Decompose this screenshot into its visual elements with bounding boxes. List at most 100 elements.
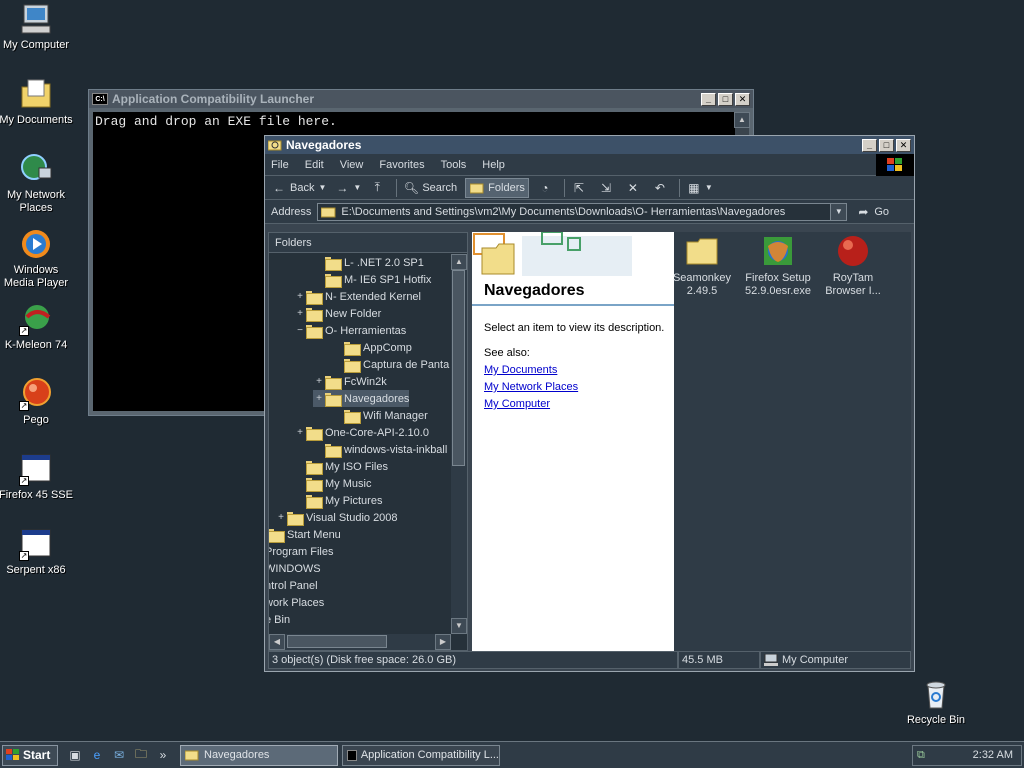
taskbar-button-app-compat[interactable]: Application Compatibility L... [342,744,500,766]
scroll-right-button[interactable]: ▶ [435,634,451,650]
close-button[interactable]: ✕ [896,138,911,152]
network-tray-icon[interactable]: ⧉ [917,749,925,762]
scroll-thumb[interactable] [452,270,465,466]
tree-item[interactable]: e Bin [269,611,290,628]
desktop-icon-serpent[interactable]: ↗ Serpent x86 [0,527,74,577]
tree-vertical-scrollbar[interactable]: ▲ ▼ [451,254,467,634]
shortcut-arrow-icon: ↗ [19,476,29,486]
file-item-seamonkey[interactable]: Seamonkey 2.49.5 [664,234,740,298]
explorer-window[interactable]: Navegadores _ □ ✕ File Edit View Favorit… [264,135,915,672]
tree-item[interactable]: + FcWin2k [313,373,387,390]
explorer-title: Navegadores [286,138,362,152]
tree-item[interactable]: M- IE6 SP1 Hotfix [313,271,431,288]
my-computer-icon [19,2,53,36]
menu-view[interactable]: View [340,159,364,171]
taskbar-button-navegadores[interactable]: Navegadores [180,744,338,766]
address-dropdown-button[interactable]: ▼ [830,203,847,220]
menu-file[interactable]: File [271,159,289,171]
folder-tree[interactable]: L- .NET 2.0 SP1 M- IE6 SP1 Hotfix + N- Exte… [269,254,451,634]
desktop-icon-firefox-45[interactable]: ↗ Firefox 45 SSE [0,452,74,502]
scroll-up-button[interactable]: ▲ [451,254,467,270]
folder-icon [325,392,342,407]
desktop-icon-k-meleon[interactable]: ↗ K-Meleon 74 [0,302,74,352]
link-my-documents[interactable]: My Documents [484,364,557,376]
tree-item[interactable]: work Places [269,594,324,611]
explorer-icon[interactable]: 🗀 [132,746,150,764]
tree-item[interactable]: Wifi Manager [332,407,428,424]
file-item-firefox-setup[interactable]: Firefox Setup 52.9.0esr.exe [740,234,816,298]
tree-item[interactable]: − O- Herramientas [294,322,406,339]
tree-expander[interactable]: + [294,291,306,302]
desktop-icon-my-documents[interactable]: My Documents [0,77,74,127]
desktop-icon-recycle-bin[interactable]: Recycle Bin [898,677,974,727]
tree-item[interactable]: My Music [294,475,371,492]
address-field[interactable]: E:\Documents and Settings\vm2\My Documen… [317,202,848,221]
file-item-roytam-browser[interactable]: RoyTam Browser I... [815,234,891,298]
folders-button[interactable]: Folders [465,177,529,198]
file-list-pane[interactable]: Seamonkey 2.49.5 Firefox Setup 52.9.0esr… [673,232,911,651]
quick-launch-more[interactable]: » [154,746,172,764]
delete-button[interactable]: ✕ [625,180,644,196]
desktop-icon-pego[interactable]: ↗ Pego [0,377,74,427]
menu-help[interactable]: Help [482,159,505,171]
tree-expander[interactable]: + [294,308,306,319]
internet-explorer-icon[interactable]: e [88,746,106,764]
tree-item-label: AppComp [363,341,412,354]
back-button[interactable]: ← Back ▼ [271,180,326,196]
search-button[interactable]: 🔍︎ Search [403,180,457,196]
tree-item[interactable]: ntrol Panel [269,577,318,594]
tree-item[interactable]: My Pictures [294,492,382,509]
go-button[interactable]: ➦ Go [855,204,889,220]
tree-expander[interactable]: + [313,376,325,387]
outlook-icon[interactable]: ✉ [110,746,128,764]
tree-item[interactable]: My ISO Files [294,458,388,475]
tree-item[interactable]: + New Folder [294,305,381,322]
tree-item[interactable]: Captura de Panta [332,356,449,373]
up-folder-button[interactable]: ⤒ [369,180,388,196]
tree-item[interactable]: L- .NET 2.0 SP1 [313,254,424,271]
menu-tools[interactable]: Tools [441,159,467,171]
explorer-titlebar[interactable]: Navegadores _ □ ✕ [265,136,914,154]
tree-item[interactable]: +Start Menu [269,526,341,543]
tree-item[interactable]: Program Files [269,543,333,560]
menu-favorites[interactable]: Favorites [379,159,424,171]
undo-button[interactable]: ↶ [652,180,671,196]
views-button[interactable]: ▦ ▼ [686,180,713,196]
minimize-button[interactable]: _ [862,138,877,152]
tree-item[interactable]: + N- Extended Kernel [294,288,421,305]
tree-expander[interactable]: − [294,325,306,336]
tree-item[interactable]: + One-Core-API-2.10.0 [294,424,429,441]
move-to-button[interactable]: ⇱ [571,180,590,196]
close-button[interactable]: ✕ [735,92,750,106]
tree-item[interactable]: WINDOWS [269,560,321,577]
start-button[interactable]: Start [2,744,58,766]
history-button[interactable]: ◔ [537,180,556,196]
link-my-network-places[interactable]: My Network Places [484,381,578,393]
maximize-button[interactable]: □ [718,92,733,106]
tree-horizontal-scrollbar[interactable]: ◀ ▶ [269,634,451,650]
scroll-down-button[interactable]: ▼ [451,618,467,634]
copy-to-button[interactable]: ⇲ [598,180,617,196]
tree-expander[interactable]: + [275,512,287,523]
tree-item[interactable]: + Navegadores [313,390,410,407]
clock[interactable]: 2:32 AM [973,749,1013,761]
scroll-up-button[interactable]: ▲ [734,112,750,128]
forward-button[interactable]: → ▼ [334,180,361,196]
show-desktop-icon[interactable]: ▣ [66,746,84,764]
tree-item[interactable]: AppComp [332,339,412,356]
tree-expander[interactable]: + [294,427,306,438]
tree-expander[interactable]: + [313,393,325,404]
desktop-icon-network-places[interactable]: My Network Places [0,152,74,215]
desktop-icon-media-player[interactable]: Windows Media Player [0,227,74,290]
minimize-button[interactable]: _ [701,92,716,106]
tree-item[interactable]: + Visual Studio 2008 [275,509,398,526]
menu-edit[interactable]: Edit [305,159,324,171]
scroll-thumb[interactable] [287,635,387,648]
scroll-left-button[interactable]: ◀ [269,634,285,650]
link-my-computer[interactable]: My Computer [484,398,550,410]
folder-icon [325,273,342,288]
console-titlebar[interactable]: C:\ Application Compatibility Launcher _… [89,90,753,108]
maximize-button[interactable]: □ [879,138,894,152]
desktop-icon-my-computer[interactable]: My Computer [0,2,74,52]
tree-item[interactable]: windows-vista-inkball [313,441,447,458]
